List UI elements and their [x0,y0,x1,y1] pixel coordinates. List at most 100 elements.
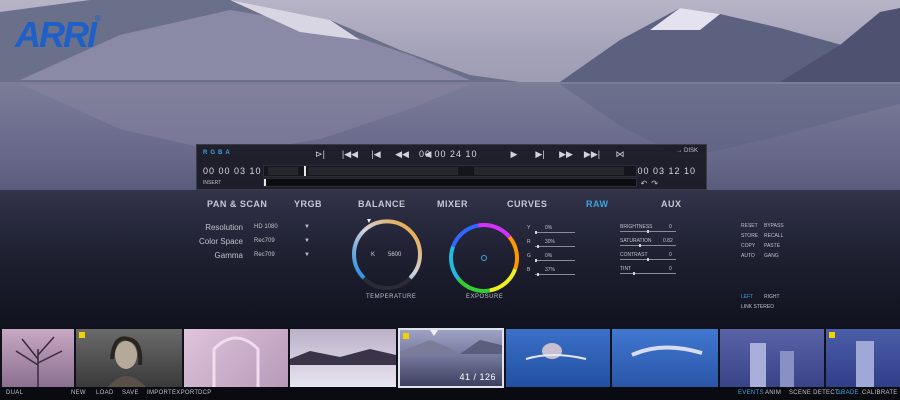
mixer-b-slider[interactable] [535,274,575,275]
undo-redo-icons[interactable]: ↶↷ [641,179,662,188]
saturation-knob[interactable] [639,244,641,247]
thumbnail-selected[interactable]: 41 / 126 [398,328,504,388]
prev-frame-icon[interactable]: |◀ [363,147,389,161]
tint-knob[interactable] [633,272,635,275]
dual-button[interactable]: DUAL [6,390,23,396]
bypass-button[interactable]: BYPASS [764,223,784,229]
gamma-select[interactable]: Rec709 ▼ [254,252,310,258]
timeline-track[interactable] [263,165,637,177]
jump-end-icon[interactable]: ▶▶| [579,147,605,161]
mixer-g-value: 0% [545,253,553,259]
insert-playhead[interactable] [264,179,266,186]
mixer-y-label: Y [527,225,531,231]
mark-in-icon[interactable]: ⊳| [307,147,333,161]
mixer-r-slider[interactable] [535,246,575,247]
jump-start-icon[interactable]: |◀◀ [337,147,363,161]
statue-image [750,343,794,387]
marker-icon [829,332,835,338]
exposure-wheel[interactable] [444,218,524,298]
auto-button[interactable]: AUTO [741,253,755,259]
link-stereo-button[interactable]: LINK STEREO [741,304,774,310]
portrait-image [108,336,146,387]
mixer-y-slider[interactable] [535,232,575,233]
tab-yrgb[interactable]: YRGB [294,199,322,209]
import-button[interactable]: IMPORT [147,390,172,396]
insert-label: INSERT [203,180,222,186]
saturation-slider[interactable] [620,245,676,246]
mixer-y-knob[interactable] [535,231,537,234]
paste-button[interactable]: PASTE [764,243,780,249]
resolution-select[interactable]: HD 1080 ▼ [254,224,310,230]
thumbnail-strip: 41 / 126 [0,327,900,388]
mixer-b-knob[interactable] [537,273,539,276]
marker-icon [79,332,85,338]
thumbnail[interactable] [826,329,900,387]
statue-image [856,341,874,387]
brightness-value: 0 [669,224,672,230]
mixer-b-label: B [527,267,531,273]
tab-balance[interactable]: BALANCE [358,199,406,209]
timeline-segment [268,167,298,175]
temperature-dial[interactable] [347,215,427,295]
mixer-g-knob[interactable] [535,259,537,262]
mixer-y-value: 0% [545,225,553,231]
thumbnail[interactable] [506,329,610,387]
saturation-value: 0.82 [663,238,673,244]
anim-button[interactable]: ANIM [765,390,781,396]
thumbnail[interactable] [290,329,396,387]
tree-image [15,336,63,387]
colorspace-label: Color Space [198,237,243,246]
bottom-toolbar: DUAL NEW LOAD SAVE IMPORT EXPORT DCP EVE… [0,388,900,400]
mixer-r-label: R [527,239,531,245]
tab-mixer[interactable]: MIXER [437,199,468,209]
contrast-knob[interactable] [647,258,649,261]
left-button[interactable]: LEFT [741,294,753,300]
rgba-channels[interactable]: RGBA [203,150,233,156]
transport-panel: RGBA ⊳| |◀◀ |◀ ◀◀ ◀ 00 00 24 10 ▶ ▶| ▶▶ … [196,144,707,190]
thumbnail[interactable] [612,329,718,387]
events-button[interactable]: EVENTS [738,390,764,396]
calibrate-button[interactable]: CALIBRATE [862,390,898,396]
rewind-icon[interactable]: ◀◀ [389,147,415,161]
new-button[interactable]: NEW [71,390,86,396]
mark-out-icon[interactable]: ⋈ [607,147,633,161]
reset-button[interactable]: RESET [741,223,758,229]
next-frame-icon[interactable]: ▶| [527,147,553,161]
tab-curves[interactable]: CURVES [507,199,547,209]
brightness-knob[interactable] [647,230,649,233]
insert-track[interactable] [263,178,637,187]
play-icon[interactable]: ▶ [501,147,527,161]
grade-button[interactable]: GRADE [836,390,859,396]
timeline-segment [474,167,624,175]
disk-button[interactable]: → DISK [676,148,698,154]
recall-button[interactable]: RECALL [764,233,783,239]
thumbnail[interactable] [76,329,182,387]
thumbnail[interactable] [184,329,288,387]
dcp-button[interactable]: DCP [198,390,212,396]
exposure-label: EXPOSURE [466,294,504,300]
timeline-playhead[interactable] [304,166,306,176]
thumbnail[interactable] [2,329,74,387]
tab-pan-scan[interactable]: PAN & SCAN [207,199,267,209]
thumbnail[interactable] [720,329,824,387]
right-button[interactable]: RIGHT [764,294,780,300]
forward-icon[interactable]: ▶▶ [553,147,579,161]
in-timecode[interactable]: 00 00 03 10 [203,166,262,176]
tint-slider[interactable] [620,273,676,274]
store-button[interactable]: STORE [741,233,758,239]
tab-aux[interactable]: AUX [661,199,682,209]
gang-button[interactable]: GANG [764,253,779,259]
k-value[interactable]: 5600 [388,252,401,258]
colorspace-select[interactable]: Rec709 ▼ [254,238,310,244]
load-button[interactable]: LOAD [96,390,114,396]
out-timecode[interactable]: 00 03 12 10 [637,166,696,176]
resolution-label: Resolution [205,223,243,232]
copy-button[interactable]: COPY [741,243,755,249]
tab-raw[interactable]: RAW [586,199,609,209]
save-button[interactable]: SAVE [122,390,139,396]
export-button[interactable]: EXPORT [172,390,198,396]
mixer-g-slider[interactable] [535,260,575,261]
current-timecode: 00 00 24 10 [419,149,478,159]
arri-logo: ARRI® [15,14,101,55]
mixer-r-knob[interactable] [537,245,539,248]
